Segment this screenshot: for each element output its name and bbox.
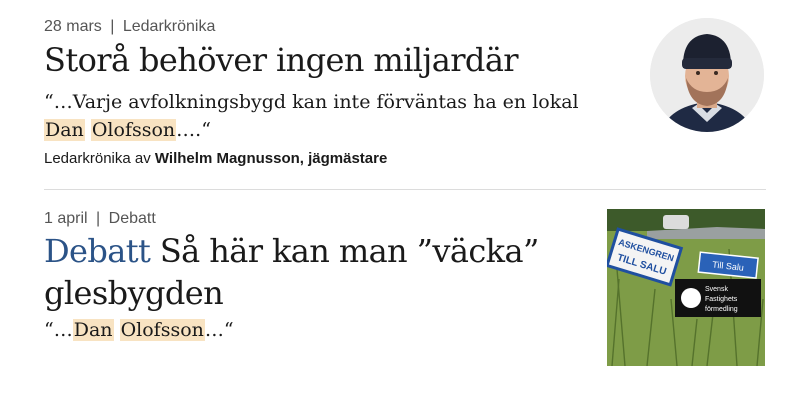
quote-text: “… [44,319,73,341]
sign-text: förmedling [705,306,738,313]
quote-highlight: Dan [72,319,114,341]
article-headline[interactable]: Debatt Så här kan man ”väcka” glesbygden [44,230,564,314]
article-card-2[interactable]: 1 april | Debatt Debatt Så här kan man ”… [44,190,766,410]
sign-text: Fastighets [705,296,738,303]
quote-space [114,319,120,341]
article-quote: “…Varje avfolkningsbygd kan inte förvänt… [44,88,624,144]
article-category[interactable]: Ledarkrönika [123,18,216,35]
sign-text: Svensk [705,286,728,293]
for-sale-signs-photo: ASKENGREN TILL SALU Till Salu Svensk Fas… [607,209,765,366]
quote-text: “…Varje avfolkningsbygd kan inte förvänt… [44,91,579,113]
quote-text-end: ….“ [176,119,211,141]
author-portrait [650,18,764,132]
article-headline[interactable]: Storå behöver ingen miljardär [44,40,604,80]
byline-author[interactable]: Wilhelm Magnusson, jägmästare [155,150,387,167]
meta-separator: | [110,18,115,35]
article-meta: 28 mars | Ledarkrönika [44,18,215,36]
quote-highlight: Olofsson [90,119,177,141]
quote-text-end: …“ [204,319,234,341]
byline: Ledarkrönika av Wilhelm Magnusson, jägmä… [44,150,387,167]
article-date: 28 mars [44,18,102,35]
article-date: 1 april [44,210,88,227]
article-quote: “…Dan Olofsson…“ [44,316,564,344]
headline-text[interactable]: Storå behöver ingen miljardär [44,41,519,79]
quote-highlight: Olofsson [119,319,205,341]
article-meta: 1 april | Debatt [44,210,156,228]
headline-kicker[interactable]: Debatt [44,232,151,270]
article-thumbnail[interactable]: ASKENGREN TILL SALU Till Salu Svensk Fas… [607,209,765,366]
quote-space [85,119,91,141]
article-category[interactable]: Debatt [109,210,156,227]
meta-separator: | [96,210,101,227]
article-card-1[interactable]: 28 mars | Ledarkrönika Storå behöver ing… [44,0,766,190]
quote-highlight: Dan [44,119,85,141]
author-avatar[interactable] [650,18,764,132]
byline-prefix: Ledarkrönika av [44,150,155,167]
